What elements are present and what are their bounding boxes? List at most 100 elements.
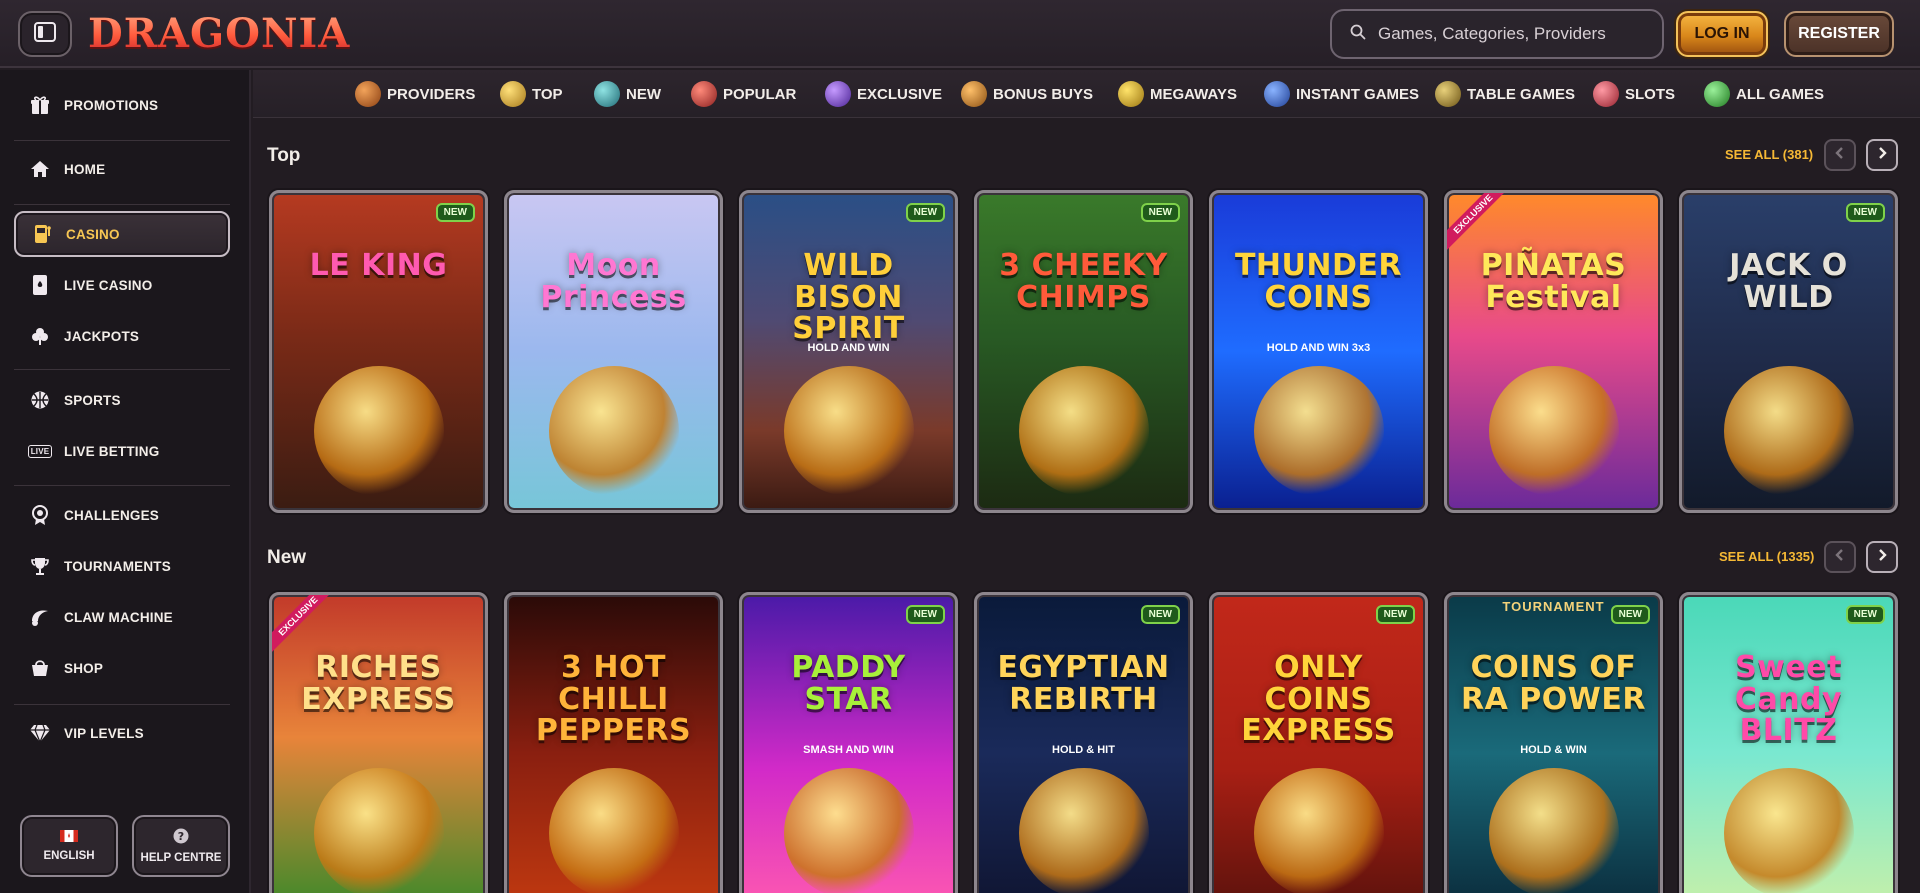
game-subtitle: HOLD AND WIN 3x3 — [1266, 341, 1371, 354]
sidebar-divider — [14, 140, 230, 141]
new-badge: NEW — [1140, 605, 1180, 624]
category-instant-games[interactable]: INSTANT GAMES — [1264, 80, 1419, 108]
game-card[interactable]: EXCLUSIVE PIÑATAS Festival — [1444, 190, 1663, 513]
game-card[interactable]: 3 HOT CHILLI PEPPERS — [504, 592, 723, 893]
game-artwork — [1018, 366, 1149, 496]
sidebar-item-casino[interactable]: CASINO — [14, 211, 230, 257]
sidebar-item-home[interactable]: HOME — [14, 146, 230, 192]
game-title: WILD BISON SPIRIT — [792, 248, 905, 347]
game-card[interactable]: 3 CHEEKY CHIMPS NEW — [974, 190, 1193, 513]
game-title: THUNDER COINS — [1234, 248, 1403, 315]
search-input[interactable] — [1378, 24, 1648, 44]
game-card[interactable]: THUNDER COINS HOLD AND WIN 3x3 — [1209, 190, 1428, 513]
sidebar-item-label: TOURNAMENTS — [64, 558, 171, 574]
slot-machine-icon — [30, 222, 54, 246]
new-badge: NEW — [905, 203, 945, 222]
sidebar: PROMOTIONS HOME CASINO LIVE CASINO JACKP… — [0, 70, 251, 893]
category-exclusive[interactable]: EXCLUSIVE — [825, 80, 942, 108]
game-artwork — [313, 768, 444, 893]
dragonia-logo[interactable]: DRAGONIA — [88, 8, 350, 58]
sidebar-item-label: HOME — [64, 161, 106, 177]
see-all-top-link[interactable]: SEE ALL (381) — [1725, 147, 1813, 162]
star-icon — [500, 81, 526, 107]
sidebar-item-challenges[interactable]: CHALLENGES — [14, 492, 230, 538]
sidebar-item-tournaments[interactable]: TOURNAMENTS — [14, 543, 230, 589]
game-artwork — [783, 366, 914, 496]
sidebar-item-label: SPORTS — [64, 392, 121, 408]
bag-icon — [28, 656, 52, 680]
sidebar-toggle-button[interactable] — [18, 11, 72, 57]
category-providers[interactable]: PROVIDERS — [355, 80, 475, 108]
game-title: Sweet Candy BLITZ — [1734, 650, 1843, 749]
language-label: ENGLISH — [43, 850, 95, 862]
game-artwork — [548, 366, 679, 496]
sidebar-item-jackpots[interactable]: JACKPOTS — [14, 313, 230, 359]
game-artwork — [783, 768, 914, 893]
game-card[interactable]: LE KING NEW — [269, 190, 488, 513]
canada-flag-icon — [60, 830, 78, 845]
game-artwork — [1018, 768, 1149, 893]
game-card[interactable]: TOURNAMENT COINS OF RA POWER HOLD & WIN NEW — [1444, 592, 1663, 893]
new-badge: NEW — [1845, 605, 1885, 624]
see-all-new-link[interactable]: SEE ALL (1335) — [1719, 549, 1814, 564]
game-artwork — [1488, 768, 1619, 893]
game-card[interactable]: EGYPTIAN REBIRTH HOLD & HIT NEW — [974, 592, 1193, 893]
game-card[interactable]: WILD BISON SPIRIT HOLD AND WIN NEW — [739, 190, 958, 513]
game-artwork — [1723, 366, 1854, 496]
next-new-button[interactable] — [1866, 541, 1898, 573]
clover-icon — [28, 324, 52, 348]
sidebar-item-claw-machine[interactable]: CLAW MACHINE — [14, 594, 230, 640]
register-button[interactable]: REGISTER — [1784, 11, 1894, 57]
gem-icon — [594, 81, 620, 107]
search-box[interactable] — [1330, 9, 1664, 59]
sidebar-item-live-betting[interactable]: LIVE LIVE BETTING — [14, 428, 230, 474]
category-bonus-buys[interactable]: BONUS BUYS — [961, 80, 1093, 108]
game-card[interactable]: JACK O WILD NEW — [1679, 190, 1898, 513]
chevron-left-icon — [1834, 548, 1846, 567]
sidebar-divider — [14, 204, 230, 205]
crystal-icon — [825, 81, 851, 107]
language-button[interactable]: ENGLISH — [20, 815, 118, 877]
game-artwork — [1253, 768, 1384, 893]
providers-icon — [355, 81, 381, 107]
sidebar-item-shop[interactable]: SHOP — [14, 645, 230, 691]
game-title: EGYPTIAN REBIRTH — [997, 650, 1170, 717]
home-icon — [28, 157, 52, 181]
category-all-games[interactable]: ALL GAMES — [1704, 80, 1824, 108]
sidebar-item-sports[interactable]: SPORTS — [14, 377, 230, 423]
category-table-games[interactable]: TABLE GAMES — [1435, 80, 1575, 108]
game-title: 3 HOT CHILLI PEPPERS — [535, 650, 692, 749]
category-slots[interactable]: SLOTS — [1593, 80, 1675, 108]
new-badge: NEW — [905, 605, 945, 624]
ball-icon — [28, 388, 52, 412]
diamond-icon — [28, 721, 52, 745]
category-new[interactable]: NEW — [594, 80, 661, 108]
svg-text:?: ? — [178, 830, 184, 843]
game-card[interactable]: Sweet Candy BLITZ NEW — [1679, 592, 1898, 893]
trophy-icon — [28, 554, 52, 578]
sidebar-item-label: LIVE CASINO — [64, 277, 153, 293]
new-badge: NEW — [1140, 203, 1180, 222]
category-popular[interactable]: POPULAR — [691, 80, 796, 108]
login-button[interactable]: LOG IN — [1676, 11, 1768, 57]
game-title: 3 CHEEKY CHIMPS — [999, 248, 1168, 315]
game-card[interactable]: EXCLUSIVE RICHES EXPRESS — [269, 592, 488, 893]
prev-new-button[interactable] — [1824, 541, 1856, 573]
game-card[interactable]: Moon Princess — [504, 190, 723, 513]
help-centre-button[interactable]: ? HELP CENTRE — [132, 815, 230, 877]
table-icon — [1435, 81, 1461, 107]
sidebar-item-live-casino[interactable]: LIVE CASINO — [14, 262, 230, 308]
sidebar-item-promotions[interactable]: PROMOTIONS — [14, 82, 230, 128]
sidebar-toggle-icon — [34, 21, 56, 47]
category-top[interactable]: TOP — [500, 80, 563, 108]
sidebar-item-label: CHALLENGES — [64, 507, 160, 523]
sidebar-item-vip-levels[interactable]: VIP LEVELS — [14, 710, 230, 756]
exclusive-ribbon: EXCLUSIVE — [272, 595, 339, 657]
slots-icon — [1593, 81, 1619, 107]
sidebar-item-label: PROMOTIONS — [64, 97, 159, 113]
game-card[interactable]: PADDY STAR SMASH AND WIN NEW — [739, 592, 958, 893]
prev-top-button[interactable] — [1824, 139, 1856, 171]
category-megaways[interactable]: MEGAWAYS — [1118, 80, 1237, 108]
game-card[interactable]: ONLY COINS EXPRESS NEW — [1209, 592, 1428, 893]
next-top-button[interactable] — [1866, 139, 1898, 171]
